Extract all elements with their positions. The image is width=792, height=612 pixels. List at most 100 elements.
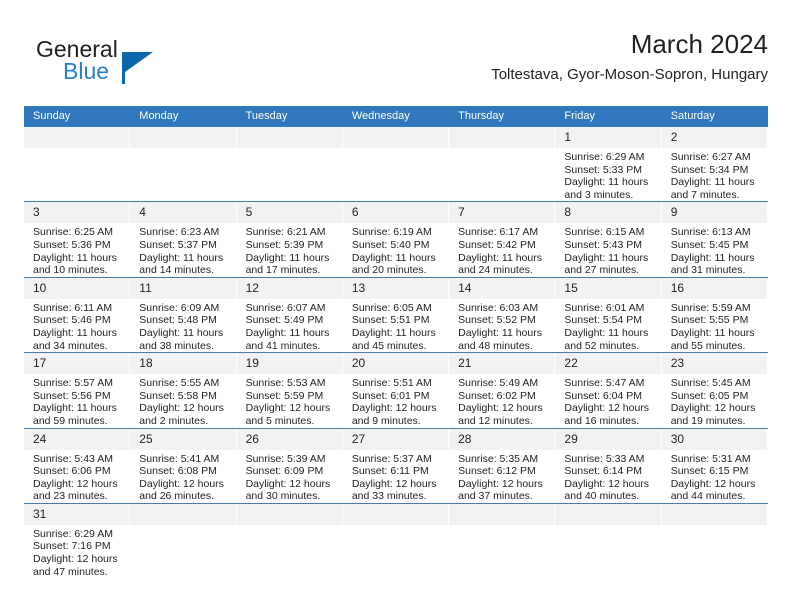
calendar-week-row: 24 Sunrise: 5:43 AM Sunset: 6:06 PM Dayligh… — [24, 427, 768, 504]
calendar-day-cell[interactable]: 10 Sunrise: 6:11 AM Sunset: 5:46 PM Dayligh… — [24, 276, 131, 353]
calendar-day-cell[interactable]: 1 Sunrise: 6:29 AM Sunset: 5:33 PM Daylight… — [555, 127, 662, 202]
sunset-text: Sunset: 6:02 PM — [458, 389, 536, 402]
sunset-text: Sunset: 5:54 PM — [564, 314, 643, 327]
daylight-text-line1: Daylight: 11 hours — [351, 326, 436, 339]
sunrise-text: Sunrise: 6:13 AM — [670, 226, 751, 239]
calendar-day-cell-empty — [342, 502, 450, 579]
sunset-text: Sunset: 5:42 PM — [458, 238, 536, 251]
weekday-header-monday: Monday — [130, 106, 237, 127]
calendar-day-cell[interactable]: 25 Sunrise: 5:41 AM Sunset: 6:08 PM Dayligh… — [130, 427, 237, 504]
daylight-text-line2: and 48 minutes. — [458, 339, 533, 352]
day-details: Sunrise: 5:59 AM Sunset: 5:55 PM Daylight:… — [662, 299, 768, 352]
daylight-text-line2: and 19 minutes. — [670, 414, 746, 427]
calendar-day-cell[interactable]: 7 Sunrise: 6:17 AM Sunset: 5:42 PM Daylight… — [449, 201, 556, 278]
daylight-text-line1: Daylight: 12 hours — [458, 477, 543, 490]
day-number: 15 — [555, 277, 662, 299]
daylight-text-line1: Daylight: 11 hours — [564, 176, 649, 189]
day-number: 27 — [342, 428, 450, 450]
calendar-day-cell[interactable]: 31 Sunrise: 6:29 AM Sunset: 7:16 PM Dayligh… — [24, 502, 131, 579]
calendar-day-cell[interactable]: 15 Sunrise: 6:01 AM Sunset: 5:54 PM Dayligh… — [555, 276, 662, 353]
calendar-day-cell[interactable]: 23 Sunrise: 5:45 AM Sunset: 6:05 PM Dayligh… — [661, 352, 768, 428]
day-details: Sunrise: 5:53 AM Sunset: 5:59 PM Daylight:… — [237, 374, 343, 427]
day-details: Sunrise: 5:39 AM Sunset: 6:09 PM Daylight:… — [237, 450, 343, 503]
day-number — [130, 503, 237, 525]
calendar-day-cell[interactable]: 30 Sunrise: 5:31 AM Sunset: 6:15 PM Dayligh… — [661, 427, 768, 504]
daylight-text-line2: and 27 minutes. — [564, 264, 640, 277]
daylight-text-line2: and 55 minutes. — [670, 339, 746, 352]
calendar-day-cell[interactable]: 11 Sunrise: 6:09 AM Sunset: 5:48 PM Dayligh… — [130, 276, 237, 353]
calendar-day-cell[interactable]: 22 Sunrise: 5:47 AM Sunset: 6:04 PM Dayligh… — [555, 352, 662, 428]
calendar-day-cell[interactable]: 20 Sunrise: 5:51 AM Sunset: 6:01 PM Dayligh… — [342, 352, 450, 428]
daylight-text-line1: Daylight: 11 hours — [351, 251, 436, 264]
calendar-day-cell[interactable]: 16 Sunrise: 5:59 AM Sunset: 5:55 PM Dayligh… — [661, 276, 768, 353]
daylight-text-line1: Daylight: 12 hours — [564, 477, 650, 490]
calendar-day-cell[interactable]: 28 Sunrise: 5:35 AM Sunset: 6:12 PM Dayligh… — [449, 427, 556, 504]
sunset-text: Sunset: 5:59 PM — [245, 389, 324, 402]
day-number: 23 — [661, 353, 768, 375]
calendar-day-cell[interactable]: 3 Sunrise: 6:25 AM Sunset: 5:36 PM Daylight… — [24, 201, 131, 278]
daylight-text-line1: Daylight: 12 hours — [670, 477, 756, 490]
sunset-text: Sunset: 5:48 PM — [139, 314, 217, 327]
day-number: 9 — [661, 202, 768, 224]
calendar-day-cell[interactable]: 4 Sunrise: 6:23 AM Sunset: 5:37 PM Daylight… — [130, 201, 237, 278]
triangle-icon — [125, 52, 153, 72]
sunset-text: Sunset: 5:34 PM — [670, 163, 749, 176]
day-number: 31 — [24, 503, 131, 525]
daylight-text-line2: and 24 minutes. — [458, 264, 533, 277]
calendar-day-cell[interactable]: 18 Sunrise: 5:55 AM Sunset: 5:58 PM Dayligh… — [130, 352, 237, 428]
weekday-header-wednesday: Wednesday — [342, 106, 450, 127]
day-number: 13 — [342, 277, 450, 299]
calendar-day-cell[interactable]: 14 Sunrise: 6:03 AM Sunset: 5:52 PM Dayligh… — [449, 276, 556, 353]
daylight-text-line1: Daylight: 12 hours — [33, 477, 118, 490]
sunrise-text: Sunrise: 6:15 AM — [564, 226, 645, 239]
sunset-text: Sunset: 5:51 PM — [351, 314, 430, 327]
day-number: 24 — [24, 428, 131, 450]
sunrise-text: Sunrise: 6:17 AM — [458, 226, 539, 239]
calendar-week-row: 31 Sunrise: 6:29 AM Sunset: 7:16 PM Dayligh… — [24, 502, 768, 579]
sunrise-text: Sunrise: 6:27 AM — [670, 151, 751, 163]
sunrise-text: Sunrise: 5:59 AM — [670, 301, 751, 314]
day-details: Sunrise: 6:03 AM Sunset: 5:52 PM Daylight:… — [449, 299, 555, 352]
sunrise-text: Sunrise: 6:07 AM — [245, 301, 326, 314]
calendar-day-cell[interactable]: 6 Sunrise: 6:19 AM Sunset: 5:40 PM Daylight… — [342, 201, 450, 278]
day-number: 26 — [236, 428, 343, 450]
sunrise-text: Sunrise: 6:01 AM — [564, 301, 645, 314]
calendar-day-cell[interactable]: 8 Sunrise: 6:15 AM Sunset: 5:43 PM Daylight… — [555, 201, 662, 278]
daylight-text-line2: and 40 minutes. — [564, 490, 640, 503]
calendar-day-cell[interactable]: 24 Sunrise: 5:43 AM Sunset: 6:06 PM Dayligh… — [24, 427, 131, 504]
day-number: 16 — [661, 277, 768, 299]
sunset-text: Sunset: 5:40 PM — [351, 238, 430, 251]
daylight-text-line1: Daylight: 11 hours — [564, 326, 649, 339]
weekday-header-tuesday: Tuesday — [236, 106, 343, 127]
calendar-day-cell[interactable]: 27 Sunrise: 5:37 AM Sunset: 6:11 PM Dayligh… — [342, 427, 450, 504]
sunrise-text: Sunrise: 5:45 AM — [670, 377, 751, 390]
brand-logo[interactable]: General Blue — [36, 36, 226, 94]
calendar-day-cell[interactable]: 19 Sunrise: 5:53 AM Sunset: 5:59 PM Dayligh… — [236, 352, 343, 428]
calendar-day-cell[interactable]: 17 Sunrise: 5:57 AM Sunset: 5:56 PM Dayligh… — [24, 352, 131, 428]
sunrise-text: Sunrise: 5:37 AM — [351, 452, 432, 465]
day-details: Sunrise: 6:29 AM Sunset: 5:33 PM Daylight:… — [555, 148, 661, 201]
day-details: Sunrise: 5:31 AM Sunset: 6:15 PM Daylight:… — [662, 450, 768, 503]
day-details: Sunrise: 5:41 AM Sunset: 6:08 PM Daylight:… — [130, 450, 236, 503]
calendar-day-cell-empty — [24, 127, 131, 202]
calendar-day-cell[interactable]: 2 Sunrise: 6:27 AM Sunset: 5:34 PM Daylight… — [661, 127, 768, 202]
calendar-day-cell[interactable]: 5 Sunrise: 6:21 AM Sunset: 5:39 PM Daylight… — [236, 201, 343, 278]
calendar-day-cell[interactable]: 21 Sunrise: 5:49 AM Sunset: 6:02 PM Dayligh… — [449, 352, 556, 428]
calendar-day-cell[interactable]: 13 Sunrise: 6:05 AM Sunset: 5:51 PM Dayligh… — [342, 276, 450, 353]
calendar-day-cell[interactable]: 9 Sunrise: 6:13 AM Sunset: 5:45 PM Daylight… — [661, 201, 768, 278]
daylight-text-line1: Daylight: 11 hours — [458, 251, 542, 264]
daylight-text-line1: Daylight: 12 hours — [33, 553, 118, 566]
sunrise-text: Sunrise: 5:47 AM — [564, 377, 645, 390]
calendar-day-cell-empty — [449, 127, 556, 202]
calendar-day-cell[interactable]: 12 Sunrise: 6:07 AM Sunset: 5:49 PM Dayligh… — [236, 276, 343, 353]
title-block: March 2024 Toltestava, Gyor-Moson-Sopron… — [491, 28, 768, 86]
day-number: 8 — [555, 202, 662, 224]
calendar-day-cell-empty — [661, 502, 768, 579]
calendar-day-cell[interactable]: 29 Sunrise: 5:33 AM Sunset: 6:14 PM Dayligh… — [555, 427, 662, 504]
daylight-text-line1: Daylight: 11 hours — [670, 251, 755, 264]
day-number — [236, 503, 343, 525]
calendar-day-cell[interactable]: 26 Sunrise: 5:39 AM Sunset: 6:09 PM Dayligh… — [236, 427, 343, 504]
day-number: 20 — [342, 353, 450, 375]
sunset-text: Sunset: 6:15 PM — [670, 465, 749, 478]
day-number: 10 — [24, 277, 131, 299]
